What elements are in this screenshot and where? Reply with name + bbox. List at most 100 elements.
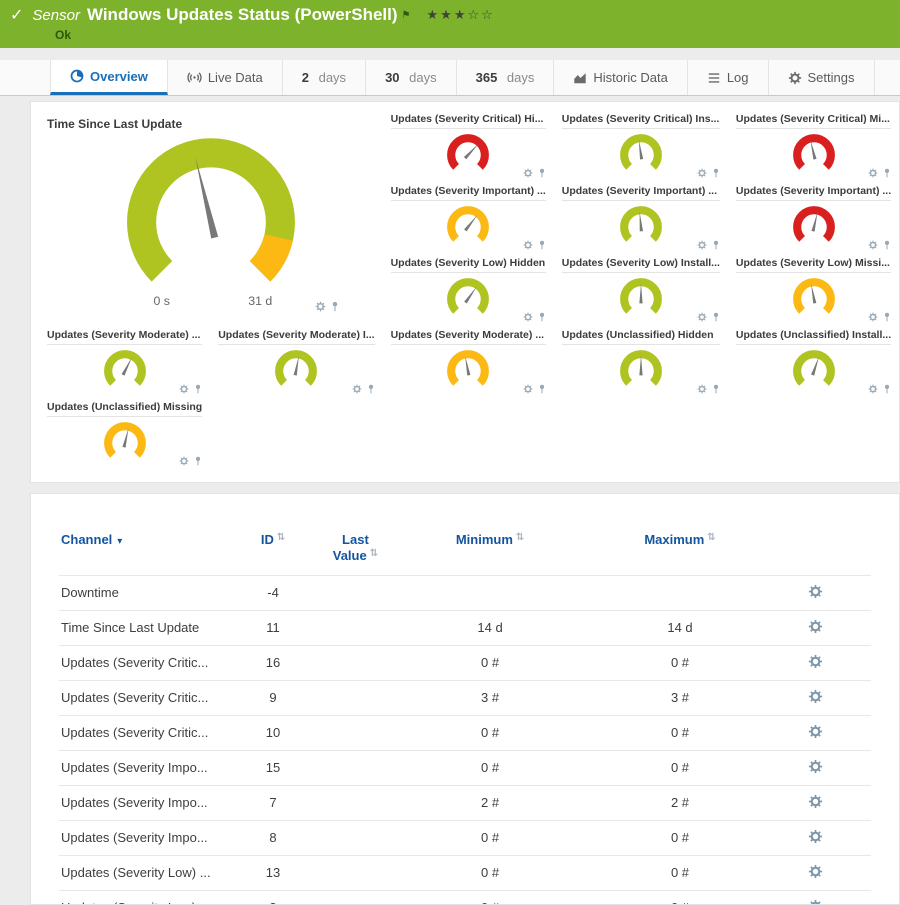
gauge-tile: Updates (Unclassified) Hidden: [554, 326, 728, 398]
gauge-settings-icon[interactable]: [868, 168, 878, 178]
gauge-settings-icon[interactable]: [523, 312, 533, 322]
col-header-last-value[interactable]: Last Value⇅: [314, 528, 396, 575]
ok-check-icon: ✓: [10, 5, 23, 25]
channel-settings-icon[interactable]: [808, 654, 823, 669]
tab-label: Historic Data: [593, 70, 667, 85]
col-header-maximum[interactable]: Maximum⇅: [584, 528, 777, 575]
gauge-tile: Updates (Unclassified) Install...: [728, 326, 899, 398]
gauge-settings-icon[interactable]: [523, 168, 533, 178]
channel-last-value: [314, 680, 396, 715]
gauge-pin-icon[interactable]: [538, 168, 546, 178]
gauge-pin-icon[interactable]: [883, 168, 891, 178]
gauge-settings-icon[interactable]: [697, 168, 707, 178]
gauge-pin-icon[interactable]: [194, 456, 202, 466]
caret-down-icon: ▾: [117, 536, 122, 547]
channel-settings-icon[interactable]: [808, 864, 823, 879]
gauge-min-label: 0 s: [153, 294, 169, 308]
channel-settings-icon[interactable]: [808, 724, 823, 739]
gauge-label: Updates (Severity Critical) Mi...: [736, 113, 891, 129]
gauge-settings-icon[interactable]: [868, 384, 878, 394]
channel-name: Updates (Severity Impo...: [59, 750, 232, 785]
table-header-row: Channel▾ ID⇅ Last Value⇅ Minimum⇅ Maximu…: [59, 528, 871, 575]
tab-log[interactable]: Log: [688, 60, 769, 95]
col-header-id[interactable]: ID⇅: [232, 528, 314, 575]
tab-unit-label: days: [406, 70, 437, 85]
tab-2-days[interactable]: 2 days: [283, 60, 366, 95]
pie-chart-icon: [70, 69, 84, 83]
gauge-pin-icon[interactable]: [712, 312, 720, 322]
gauge-pin-icon[interactable]: [712, 384, 720, 394]
channel-settings-icon[interactable]: [808, 619, 823, 634]
sensor-header: ✓ Sensor Windows Updates Status (PowerSh…: [0, 0, 900, 48]
gauge-pin-icon[interactable]: [883, 384, 891, 394]
channel-row: Updates (Severity Critic... 10 0 # 0 #: [59, 715, 871, 750]
gauge-settings-icon[interactable]: [868, 312, 878, 322]
gauge-pin-icon[interactable]: [712, 240, 720, 250]
col-header-minimum[interactable]: Minimum⇅: [397, 528, 584, 575]
channel-settings-icon[interactable]: [808, 689, 823, 704]
gauge-tile-icons: [697, 240, 720, 250]
sensor-header-row: ✓ Sensor Windows Updates Status (PowerSh…: [10, 5, 890, 25]
gauge-tile-icons: [352, 384, 375, 394]
channel-settings-icon[interactable]: [808, 794, 823, 809]
gauge-pin-icon[interactable]: [538, 312, 546, 322]
channel-minimum: 0 #: [397, 715, 584, 750]
gauge-pin-icon[interactable]: [538, 384, 546, 394]
channel-settings-icon[interactable]: [808, 899, 823, 905]
gauge-settings-icon[interactable]: [523, 384, 533, 394]
channel-last-value: [314, 750, 396, 785]
gauge-tile: Updates (Severity Critical) Hi...: [383, 110, 554, 182]
gauge-settings-icon[interactable]: [697, 384, 707, 394]
priority-flag-icon[interactable]: ⚑: [402, 10, 411, 21]
channel-maximum: 0 #: [584, 750, 777, 785]
channel-row: Time Since Last Update 11 14 d 14 d: [59, 610, 871, 645]
channel-maximum: 14 d: [584, 610, 777, 645]
gauge-settings-icon[interactable]: [697, 312, 707, 322]
channel-settings-icon[interactable]: [808, 584, 823, 599]
channel-settings-icon[interactable]: [808, 829, 823, 844]
gauge-tile: Updates (Severity Moderate) I...: [210, 326, 382, 398]
tab-overview[interactable]: Overview: [50, 60, 168, 95]
gauge-pin-icon[interactable]: [331, 301, 339, 312]
channel-id: 9: [232, 680, 314, 715]
gauge-settings-icon[interactable]: [697, 240, 707, 250]
channel-last-value: [314, 610, 396, 645]
gauge-pin-icon[interactable]: [883, 312, 891, 322]
channel-id: 15: [232, 750, 314, 785]
live-icon: [187, 70, 202, 85]
gauge-pin-icon[interactable]: [883, 240, 891, 250]
gauge-pin-icon[interactable]: [538, 240, 546, 250]
channel-actions-cell: [776, 750, 871, 785]
gauge-pin-icon[interactable]: [367, 384, 375, 394]
gauge-label: Updates (Unclassified) Install...: [736, 329, 891, 345]
channel-actions-cell: [776, 575, 871, 610]
gauge-settings-icon[interactable]: [179, 456, 189, 466]
channel-settings-icon[interactable]: [808, 759, 823, 774]
tab-settings[interactable]: Settings: [769, 60, 875, 95]
gauge-pin-icon[interactable]: [712, 168, 720, 178]
channel-minimum: [397, 575, 584, 610]
gauge-tile: Updates (Severity Low) Missi...: [728, 254, 899, 326]
channel-minimum: 0 #: [397, 855, 584, 890]
tab-365-days[interactable]: 365 days: [457, 60, 555, 95]
tab-live-data[interactable]: Live Data: [168, 60, 283, 95]
tab-30-days[interactable]: 30 days: [366, 60, 457, 95]
gauge-settings-icon[interactable]: [523, 240, 533, 250]
channel-maximum: 0 #: [584, 820, 777, 855]
col-header-channel[interactable]: Channel▾: [59, 528, 232, 575]
tab-historic-data[interactable]: Historic Data: [554, 60, 687, 95]
gauge-settings-icon[interactable]: [315, 301, 326, 312]
priority-stars[interactable]: ★★★☆☆: [427, 7, 495, 23]
col-label: ID: [261, 532, 274, 547]
channel-name: Updates (Severity Critic...: [59, 680, 232, 715]
gauge-settings-icon[interactable]: [352, 384, 362, 394]
channel-row: Updates (Severity Low) ... 13 0 # 0 #: [59, 855, 871, 890]
page-title: Windows Updates Status (PowerShell): [87, 5, 398, 25]
gauge-label: Updates (Severity Low) Hidden: [391, 257, 546, 273]
col-label: Maximum: [644, 532, 704, 547]
gauge-settings-icon[interactable]: [868, 240, 878, 250]
gauge-pin-icon[interactable]: [194, 384, 202, 394]
gauge-settings-icon[interactable]: [179, 384, 189, 394]
channel-actions-cell: [776, 680, 871, 715]
col-label: Last Value: [333, 532, 369, 563]
